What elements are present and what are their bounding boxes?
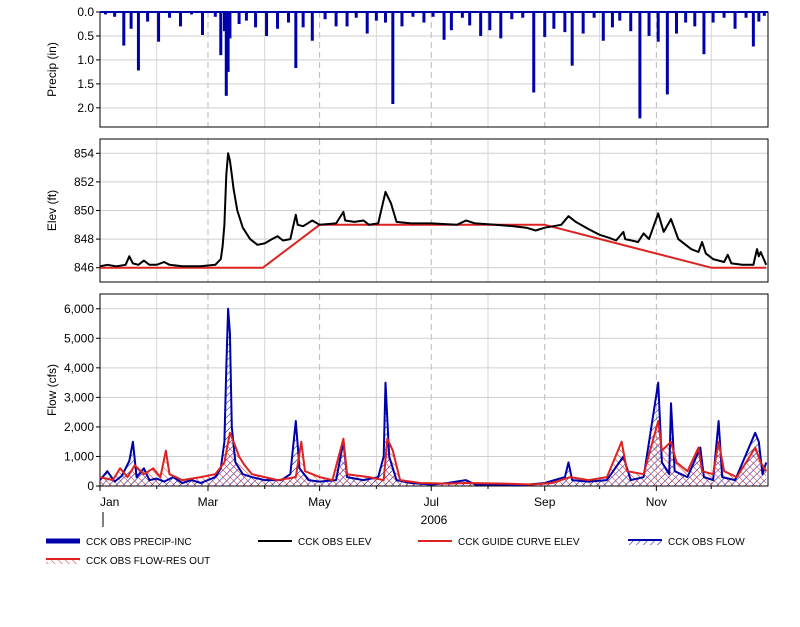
legend-item: CCK OBS PRECIP-INC (46, 537, 192, 548)
legend-label: CCK OBS ELEV (298, 537, 372, 548)
precip-bar (228, 12, 232, 39)
precip-bar (323, 12, 327, 20)
precip-bar (391, 12, 395, 104)
precip-bar (136, 12, 140, 71)
y-tick-label: 852 (74, 175, 94, 189)
precip-bar (601, 12, 605, 41)
y-tick-label: 2,000 (64, 420, 94, 434)
precip-bar (702, 12, 706, 55)
precip-bar (510, 12, 514, 20)
x-tick-label: Mar (198, 495, 219, 509)
precip-bar (301, 12, 305, 28)
flow-axis-label: Flow (cfs) (45, 364, 59, 416)
precip-bar (254, 12, 258, 28)
precip-bar (146, 12, 150, 22)
y-tick-label: 854 (74, 146, 94, 160)
legend-label: CCK OBS FLOW (668, 537, 745, 548)
y-tick-label: 0.0 (77, 5, 94, 19)
precip-bar (570, 12, 574, 66)
legend: CCK OBS PRECIP-INC CCK OBS ELEV CCK GUIDE … (46, 537, 745, 567)
precip-panel: 0.0 0.5 1.0 1.5 2.0 Precip (in) (45, 5, 769, 128)
precip-bar (334, 12, 338, 27)
precip-bar (532, 12, 536, 93)
precip-bar (179, 12, 183, 27)
precip-bar (757, 12, 761, 22)
legend-item: CCK GUIDE CURVE ELEV (418, 537, 580, 548)
precip-bar (629, 12, 633, 32)
y-tick-label: 1.0 (77, 53, 94, 67)
legend-label: CCK OBS FLOW-RES OUT (86, 556, 210, 567)
precip-bar (374, 12, 378, 21)
legend-label: CCK GUIDE CURVE ELEV (458, 537, 580, 548)
precip-bar (581, 12, 585, 34)
elev-panel: 846 848 850 852 854 Elev (ft) (45, 138, 769, 283)
y-tick-label: 1,000 (64, 449, 94, 463)
legend-item: CCK OBS ELEV (258, 537, 372, 548)
precip-bar (647, 12, 651, 36)
y-tick-label: 4,000 (64, 361, 94, 375)
precip-bar (693, 12, 697, 27)
precip-bar (294, 12, 298, 69)
precip-bar (479, 12, 483, 36)
x-tick-label: Sep (534, 495, 556, 509)
y-tick-label: 6,000 (64, 302, 94, 316)
y-tick-label: 1.5 (77, 77, 94, 91)
x-tick-label: Jan (100, 495, 119, 509)
precip-bar (449, 12, 453, 31)
y-tick-label: 2.0 (77, 101, 94, 115)
precip-axis-label: Precip (in) (45, 42, 59, 97)
time-axis: Jan Mar May Jul Sep Nov 2006 (99, 486, 712, 527)
y-tick-label: 0 (87, 479, 94, 493)
precip-bar (711, 12, 715, 23)
precip-bar (610, 12, 614, 28)
chart-stage: 0.00.51.01.52.0Precip (in) 8468488508528… (45, 5, 769, 567)
precip-bar (468, 12, 472, 26)
y-tick-label: 850 (74, 204, 94, 218)
precip-bar (237, 12, 241, 24)
legend-label: CCK OBS PRECIP-INC (86, 537, 192, 548)
y-tick-label: 846 (74, 261, 94, 275)
precip-bar (122, 12, 126, 46)
precip-bar (200, 12, 204, 35)
precip-bar (442, 12, 446, 40)
precip-bar (276, 12, 280, 29)
precip-bar (751, 12, 755, 47)
flow-panel: 0 1,000 2,000 3,000 4,000 5,000 6,000 Flow (cfs… (45, 293, 769, 493)
precip-bar (656, 12, 660, 42)
precip-bar (543, 12, 547, 37)
year-label: 2006 (421, 513, 448, 527)
y-tick-label: 3,000 (64, 390, 94, 404)
elev-axis-label: Elev (ft) (45, 190, 59, 231)
legend-item: CCK OBS FLOW-RES OUT (46, 556, 210, 567)
x-tick-label: May (308, 495, 331, 509)
precip-bar (674, 12, 678, 34)
precip-bar (310, 12, 314, 41)
precip-bar (219, 12, 223, 56)
precip-bar (384, 12, 388, 23)
precip-bar (684, 12, 688, 23)
precip-bar (665, 12, 669, 95)
y-tick-label: 5,000 (64, 331, 94, 345)
precip-bar (733, 12, 737, 29)
precip-bar (488, 12, 492, 31)
precip-bar (499, 12, 503, 39)
legend-item: CCK OBS FLOW (628, 537, 745, 548)
precip-bar (345, 12, 349, 27)
precip-bar (638, 12, 642, 119)
y-tick-label: 0.5 (77, 29, 94, 43)
x-tick-label: Nov (646, 495, 667, 509)
precip-bar (618, 12, 622, 21)
x-tick-label: Jul (424, 495, 439, 509)
precip-bar (129, 12, 133, 29)
precip-bar (157, 12, 161, 42)
precip-bar (244, 12, 248, 21)
precip-bar (422, 12, 426, 23)
precip-bar (365, 12, 369, 34)
y-tick-label: 848 (74, 232, 94, 246)
precip-bar (287, 12, 291, 23)
precip-bar (400, 12, 404, 27)
precip-bar (265, 12, 269, 36)
precip-bar (563, 12, 567, 33)
precip-bar (552, 12, 556, 29)
